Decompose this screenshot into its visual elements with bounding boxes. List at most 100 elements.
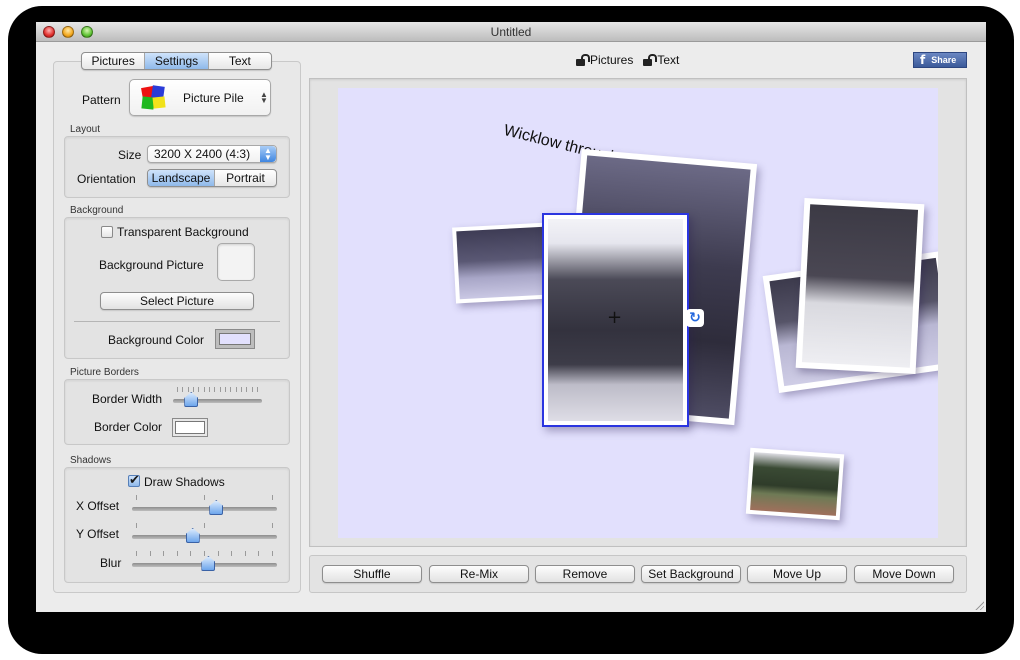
blur-label: Blur (100, 556, 122, 570)
draw-shadows-checkbox[interactable] (128, 472, 140, 488)
photo-forest-path[interactable] (745, 447, 845, 521)
slider-tick (176, 551, 178, 556)
slider-tick (256, 387, 258, 392)
slider-knob[interactable] (184, 392, 199, 407)
unlocked-icon (643, 54, 658, 66)
move-up-button[interactable]: Move Up (747, 565, 847, 583)
lock-toggles: Pictures Text (576, 53, 679, 67)
x-offset-label: X Offset (76, 499, 120, 513)
remix-button[interactable]: Re-Mix (429, 565, 529, 583)
slider-ticks (136, 551, 273, 556)
share-label: Share (931, 55, 957, 65)
border-color-swatch (175, 421, 205, 434)
photo-image (801, 204, 919, 368)
orientation-portrait[interactable]: Portrait (214, 170, 276, 186)
background-color-swatch (219, 333, 251, 345)
slider-tick (203, 551, 205, 556)
unlocked-icon (576, 54, 590, 66)
photo-snow-pagoda[interactable] (795, 197, 925, 375)
slider-tick (244, 551, 246, 556)
slider-tick (182, 387, 184, 392)
set-background-button[interactable]: Set Background (641, 565, 741, 583)
photo-snowy-shrubs[interactable] (452, 222, 552, 304)
slider-tick (177, 387, 178, 392)
y-offset-slider[interactable] (132, 523, 277, 544)
slider-tick (258, 551, 260, 556)
app-window: Untitled Pictures Settings Text Pattern … (36, 22, 986, 612)
resize-grip[interactable] (974, 600, 984, 610)
slider-tick (190, 551, 192, 556)
slider-tick (192, 387, 194, 392)
orientation-segmented-control: Landscape Portrait (147, 169, 277, 187)
slider-tick (204, 495, 205, 500)
remove-button[interactable]: Remove (535, 565, 635, 583)
slider-tick (163, 551, 165, 556)
size-popup[interactable]: 3200 X 2400 (4:3) ▲ ▼ (147, 145, 277, 163)
background-section-title: Background (70, 205, 124, 216)
border-color-label: Border Color (94, 420, 163, 434)
sidebar-tabs: Pictures Settings Text (81, 52, 272, 70)
center-crosshair-icon: + (607, 307, 623, 328)
shuffle-button[interactable]: Shuffle (322, 565, 422, 583)
title-bar[interactable]: Untitled (36, 22, 986, 42)
layout-section-title: Layout (70, 124, 101, 135)
collage-canvas[interactable]: Wicklow through the winter + ↻ (338, 88, 938, 538)
slider-tick (136, 495, 137, 500)
border-color-well[interactable] (172, 418, 208, 437)
facebook-icon: f (920, 53, 926, 67)
select-picture-button[interactable]: Select Picture (100, 292, 254, 310)
slider-ticks (136, 495, 273, 500)
slider-ticks (177, 387, 258, 392)
slider-tick (224, 387, 226, 392)
background-color-well[interactable] (215, 329, 255, 349)
slider-tick (203, 387, 205, 392)
slider-knob[interactable] (209, 500, 224, 515)
pattern-value: Picture Pile (183, 91, 244, 105)
orientation-label: Orientation (77, 172, 136, 186)
x-offset-slider[interactable] (132, 495, 277, 516)
shadows-section-title: Shadows (70, 455, 112, 466)
slider-tick (230, 387, 232, 392)
size-label: Size (118, 148, 142, 162)
border-width-label: Border Width (92, 392, 163, 406)
facebook-share-button[interactable]: f Share (913, 52, 967, 68)
lock-pictures-label: Pictures (590, 53, 634, 67)
window-title: Untitled (490, 25, 532, 39)
lock-text-toggle[interactable]: Text (643, 53, 679, 67)
tab-pictures[interactable]: Pictures (82, 53, 144, 69)
y-offset-label: Y Offset (76, 527, 119, 541)
slider-tick (231, 551, 233, 556)
background-divider (74, 321, 280, 322)
slider-tick (272, 495, 273, 500)
slider-tick (198, 387, 200, 392)
slider-tick (246, 387, 248, 392)
tab-text[interactable]: Text (207, 53, 271, 69)
slider-tick (149, 551, 151, 556)
lock-pictures-toggle[interactable]: Pictures (576, 53, 633, 67)
slider-tick (272, 523, 273, 528)
background-picture-well[interactable] (217, 243, 255, 281)
slider-tick (235, 387, 237, 392)
move-down-button[interactable]: Move Down (854, 565, 954, 583)
blur-slider[interactable] (132, 551, 277, 572)
slider-tick (217, 551, 219, 556)
rotate-handle-icon[interactable]: ↻ (686, 309, 704, 327)
border-width-slider[interactable] (173, 387, 262, 408)
slider-tick (208, 387, 210, 392)
slider-tick (136, 523, 137, 528)
slider-tick (187, 387, 189, 392)
pattern-popup[interactable]: Picture Pile ▲ ▼ (129, 79, 271, 116)
slider-knob[interactable] (201, 556, 216, 571)
slider-tick (271, 551, 273, 556)
tab-settings[interactable]: Settings (144, 53, 208, 69)
slider-tick (214, 387, 216, 392)
slider-ticks (136, 523, 273, 528)
orientation-landscape[interactable]: Landscape (148, 170, 214, 186)
draw-shadows-label: Draw Shadows (144, 475, 225, 489)
slider-knob[interactable] (185, 528, 200, 543)
slider-tick (136, 551, 137, 556)
popup-arrows-icon: ▲ ▼ (260, 90, 268, 105)
slider-track (132, 507, 277, 511)
size-value: 3200 X 2400 (4:3) (154, 147, 251, 161)
transparent-background-checkbox[interactable] (101, 226, 113, 238)
